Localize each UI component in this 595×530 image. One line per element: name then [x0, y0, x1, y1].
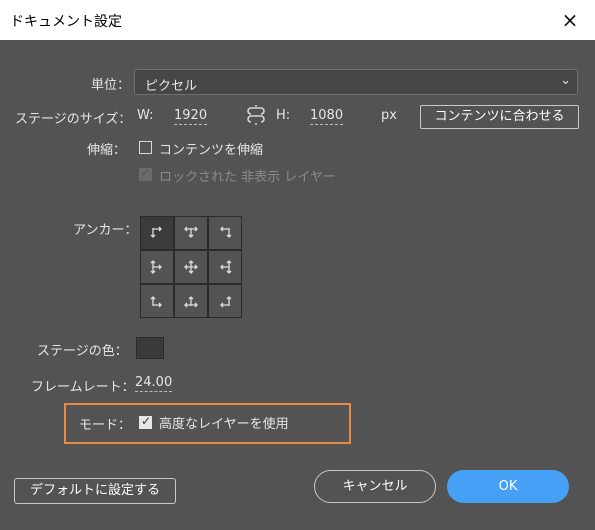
anchor-grid: [140, 216, 242, 318]
anchor-bottom-center[interactable]: [174, 284, 208, 318]
anchor-center[interactable]: [174, 250, 208, 284]
height-label: H:: [276, 108, 291, 123]
anchor-arrows-icon: [150, 260, 162, 274]
scale-locked-hidden-checkbox: [139, 166, 152, 181]
width-label: W:: [137, 108, 154, 123]
anchor-arrows-icon: [184, 260, 198, 274]
anchor-arrows-icon: [220, 260, 232, 274]
stage-color-swatch[interactable]: [136, 337, 164, 359]
fit-to-content-button[interactable]: コンテンツに合わせる: [420, 105, 579, 129]
link-dimensions-icon[interactable]: [246, 104, 266, 126]
height-value[interactable]: 1080: [310, 108, 344, 125]
cancel-button[interactable]: キャンセル: [314, 470, 436, 503]
anchor-bottom-left[interactable]: [140, 284, 174, 318]
scale-label: 伸縮：: [87, 143, 127, 158]
anchor-top-right[interactable]: [208, 216, 242, 250]
anchor-middle-left[interactable]: [140, 250, 174, 284]
chevron-down-icon: ⌄: [560, 73, 571, 88]
ok-button[interactable]: OK: [447, 470, 569, 503]
anchor-arrows-icon: [220, 296, 232, 308]
mode-label: モード：: [79, 418, 132, 433]
set-as-default-button[interactable]: デフォルトに設定する: [14, 478, 176, 504]
anchor-arrows-icon: [184, 296, 198, 308]
advanced-layers-label: 高度なレイヤーを使用: [159, 417, 289, 432]
units-label: 単位：: [91, 78, 131, 93]
anchor-arrows-icon: [150, 226, 162, 238]
dialog-title: ドキュメント設定: [10, 14, 122, 30]
anchor-arrows-icon: [184, 226, 198, 238]
title-bar: ドキュメント設定 ×: [0, 0, 595, 40]
advanced-layers-checkbox[interactable]: [139, 414, 152, 429]
scale-content-checkbox[interactable]: [139, 141, 152, 154]
anchor-top-left[interactable]: [140, 216, 174, 250]
width-value[interactable]: 1920: [174, 108, 208, 125]
anchor-middle-right[interactable]: [208, 250, 242, 284]
anchor-arrows-icon: [150, 296, 162, 308]
frame-rate-label: フレームレート：: [31, 380, 135, 395]
units-select[interactable]: ピクセル ⌄: [134, 69, 578, 95]
stage-size-unit: px: [381, 108, 397, 123]
anchor-bottom-right[interactable]: [208, 284, 242, 318]
scale-locked-hidden-label: ロックされた 非表示 レイヤー: [159, 170, 336, 185]
frame-rate-value[interactable]: 24.00: [135, 375, 173, 392]
anchor-arrows-icon: [220, 226, 232, 238]
anchor-label: アンカー：: [73, 223, 138, 238]
scale-content-label: コンテンツを伸縮: [159, 143, 264, 158]
close-icon[interactable]: ×: [555, 5, 585, 35]
stage-color-label: ステージの色：: [37, 344, 128, 359]
stage-size-label: ステージのサイズ：: [15, 112, 132, 127]
units-value: ピクセル: [145, 79, 198, 94]
anchor-top-center[interactable]: [174, 216, 208, 250]
